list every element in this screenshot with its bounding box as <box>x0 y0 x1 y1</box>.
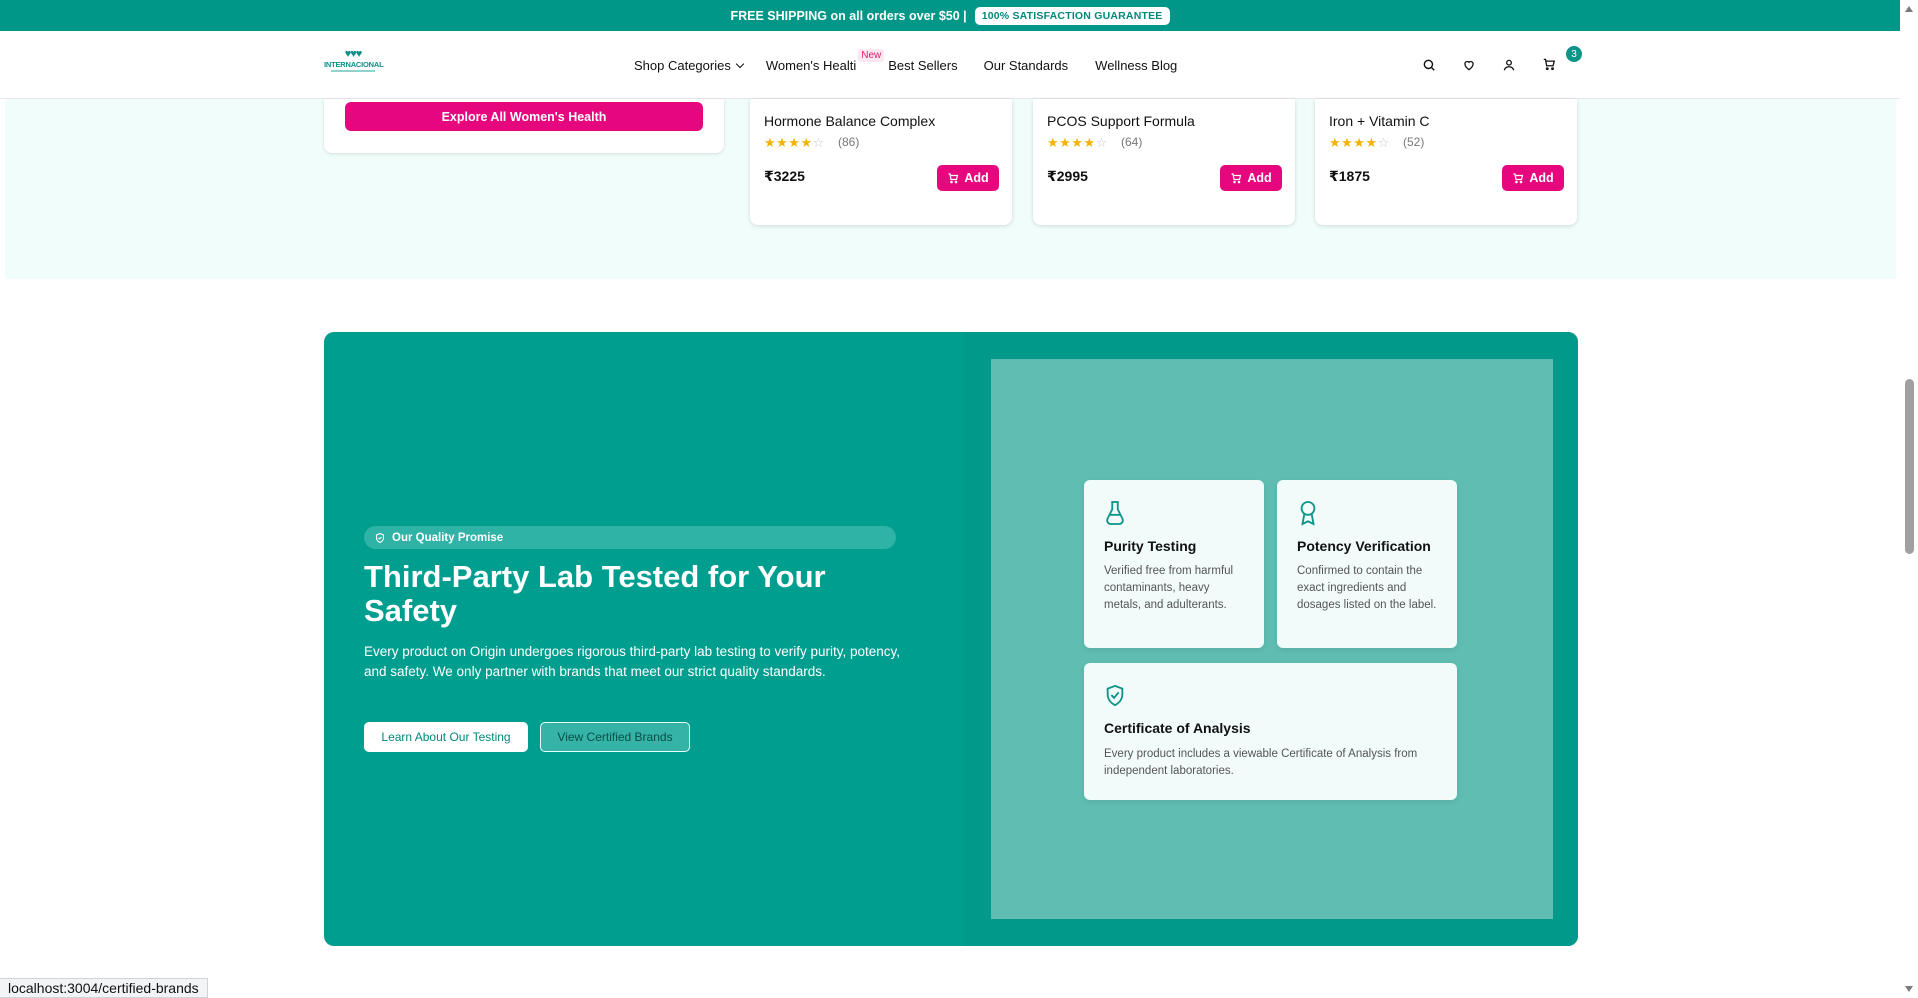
award-ribbon-icon <box>1297 500 1319 531</box>
nav-wellness-blog[interactable]: Wellness Blog <box>1095 58 1177 73</box>
feature-title: Potency Verification <box>1297 538 1431 554</box>
add-to-cart-button[interactable]: Add <box>937 165 999 191</box>
scrollbar-thumb[interactable] <box>1905 379 1914 554</box>
feature-card-potency: Potency Verification Confirmed to contai… <box>1277 480 1457 648</box>
review-count: (86) <box>838 135 860 149</box>
page-scrollbar[interactable] <box>1900 0 1918 998</box>
quality-promise-section: Our Quality Promise Third-Party Lab Test… <box>324 332 1578 946</box>
cart-icon <box>1231 173 1242 184</box>
site-logo[interactable]: ♥♥♥ INTERNACIONAL <box>324 48 384 82</box>
nav-best-sellers[interactable]: Best Sellers <box>888 58 957 73</box>
nav-shop-categories[interactable]: Shop Categories <box>634 58 745 73</box>
feature-title: Certificate of Analysis <box>1104 720 1251 736</box>
section-description: Every product on Origin undergoes rigoro… <box>364 644 901 679</box>
product-name[interactable]: Iron + Vitamin C <box>1329 113 1430 129</box>
product-price: ₹1875 <box>1329 168 1370 184</box>
explore-card: Explore All Women's Health <box>324 99 724 153</box>
rating-stars-icon: ★★★★☆ <box>764 135 825 150</box>
shield-check-icon <box>1104 683 1126 714</box>
cart-icon <box>948 173 959 184</box>
site-header: ♥♥♥ INTERNACIONAL Shop Categories Women'… <box>0 31 1900 99</box>
product-price: ₹3225 <box>764 168 805 184</box>
cart-count-badge: 3 <box>1566 46 1582 62</box>
new-badge: New <box>858 48 885 62</box>
browser-status-url: localhost:3004/certified-brands <box>0 978 208 998</box>
feature-description: Every product includes a viewable Certif… <box>1104 748 1418 777</box>
product-name[interactable]: PCOS Support Formula <box>1047 113 1195 129</box>
shipping-text: FREE SHIPPING on all orders over $50 | <box>730 8 967 23</box>
feature-panel <box>991 359 1553 919</box>
search-icon[interactable] <box>1422 58 1436 72</box>
feature-card-certificate: Certificate of Analysis Every product in… <box>1084 663 1457 800</box>
feature-description: Verified free from harmful contaminants,… <box>1104 565 1234 611</box>
guarantee-badge: 100% SATISFACTION GUARANTEE <box>974 6 1170 25</box>
shopping-cart-icon[interactable]: 3 <box>1542 46 1582 73</box>
nav-womens-health[interactable]: Women's Healti New <box>766 48 885 73</box>
product-card[interactable]: Iron + Vitamin C ★★★★☆ (52) ₹1875 Add <box>1315 99 1577 225</box>
product-price: ₹2995 <box>1047 168 1088 184</box>
quality-promise-pill: Our Quality Promise <box>364 526 896 549</box>
product-card[interactable]: Hormone Balance Complex ★★★★☆ (86) ₹3225… <box>750 99 1012 225</box>
learn-about-testing-button[interactable]: Learn About Our Testing <box>364 722 528 752</box>
main-nav: Shop Categories Women's Healti New Best S… <box>634 31 1177 99</box>
feature-title: Purity Testing <box>1104 538 1197 554</box>
add-to-cart-button[interactable]: Add <box>1502 165 1564 191</box>
section-title: Third-Party Lab Tested for Your Safety <box>364 559 826 628</box>
scroll-down-arrow-icon[interactable] <box>1905 986 1913 992</box>
header-icons: 3 <box>1422 31 1582 99</box>
explore-womens-health-button[interactable]: Explore All Women's Health <box>345 102 703 131</box>
nav-our-standards[interactable]: Our Standards <box>984 58 1069 73</box>
product-card[interactable]: PCOS Support Formula ★★★★☆ (64) ₹2995 Ad… <box>1033 99 1295 225</box>
scroll-up-arrow-icon[interactable] <box>1905 6 1913 12</box>
product-name[interactable]: Hormone Balance Complex <box>764 113 935 129</box>
logo-hearts-icon: ♥♥♥ <box>344 48 363 60</box>
rating-stars-icon: ★★★★☆ <box>1047 135 1108 150</box>
feature-description: Confirmed to contain the exact ingredien… <box>1297 565 1437 611</box>
review-count: (64) <box>1121 135 1143 149</box>
cart-icon <box>1513 173 1524 184</box>
wishlist-heart-icon[interactable] <box>1462 58 1476 72</box>
logo-underline <box>331 70 375 72</box>
rating-stars-icon: ★★★★☆ <box>1329 135 1390 150</box>
shield-check-icon <box>375 532 385 543</box>
feature-card-purity: Purity Testing Verified free from harmfu… <box>1084 480 1264 648</box>
chevron-down-icon <box>735 59 745 68</box>
add-to-cart-button[interactable]: Add <box>1220 165 1282 191</box>
flask-icon <box>1104 500 1126 531</box>
logo-text: INTERNACIONAL <box>324 60 384 69</box>
view-certified-brands-button[interactable]: View Certified Brands <box>540 722 690 752</box>
announcement-bar: FREE SHIPPING on all orders over $50 | 1… <box>0 0 1900 31</box>
review-count: (52) <box>1403 135 1425 149</box>
user-account-icon[interactable] <box>1502 58 1516 72</box>
